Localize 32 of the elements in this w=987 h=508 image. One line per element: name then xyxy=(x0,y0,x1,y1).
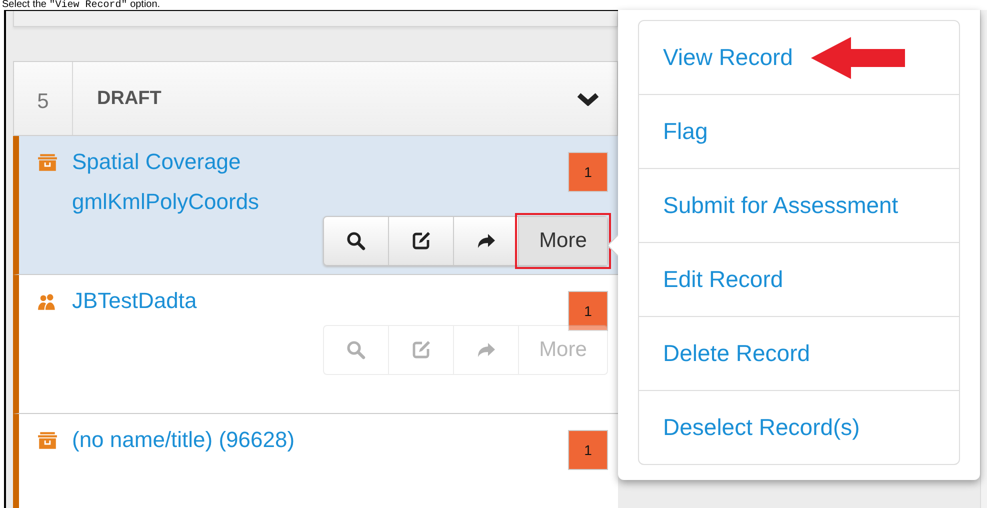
search-icon xyxy=(346,231,366,251)
record-row[interactable]: (no name/title) (96628) 1 xyxy=(13,414,618,508)
menu-item-label[interactable]: Deselect Record(s) xyxy=(663,414,860,441)
group-count: 5 xyxy=(14,62,73,135)
search-icon xyxy=(346,340,366,360)
menu-item[interactable]: Delete Record xyxy=(639,316,959,390)
menu-item[interactable]: View Record xyxy=(639,21,959,94)
chevron-icon[interactable] xyxy=(577,92,599,106)
archive-icon xyxy=(37,432,58,449)
menu-item[interactable]: Flag xyxy=(639,94,959,168)
more-button[interactable]: More xyxy=(519,217,607,265)
menu-item[interactable]: Edit Record xyxy=(639,242,959,316)
edit-icon xyxy=(411,340,431,360)
menu-item[interactable]: Submit for Assessment xyxy=(639,168,959,242)
group-title: DRAFT xyxy=(96,86,162,110)
menu-item[interactable]: Deselect Record(s) xyxy=(639,390,959,464)
menu-item-label[interactable]: Edit Record xyxy=(663,266,784,293)
record-row[interactable]: Spatial Coverage gmlKmlPolyCoords 1 More xyxy=(13,136,618,275)
menu-item-label[interactable]: Submit for Assessment xyxy=(663,192,898,219)
archive-icon xyxy=(37,154,58,171)
menu-item-label[interactable]: Delete Record xyxy=(663,340,810,367)
record-title[interactable]: JBTestDadta xyxy=(72,281,322,321)
count-badge: 1 xyxy=(568,291,608,331)
record-title[interactable]: Spatial Coverage gmlKmlPolyCoords xyxy=(72,142,322,222)
people-icon xyxy=(37,293,58,310)
menu-item-label[interactable]: Flag xyxy=(663,118,708,145)
edit-icon xyxy=(411,231,431,251)
count-badge: 1 xyxy=(568,152,608,192)
instruction-text: Select the "View Record" option. xyxy=(2,0,160,11)
count-badge: 1 xyxy=(568,430,608,470)
record-title[interactable]: (no name/title) (96628) xyxy=(72,420,322,460)
menu-item-label[interactable]: View Record xyxy=(663,44,793,71)
